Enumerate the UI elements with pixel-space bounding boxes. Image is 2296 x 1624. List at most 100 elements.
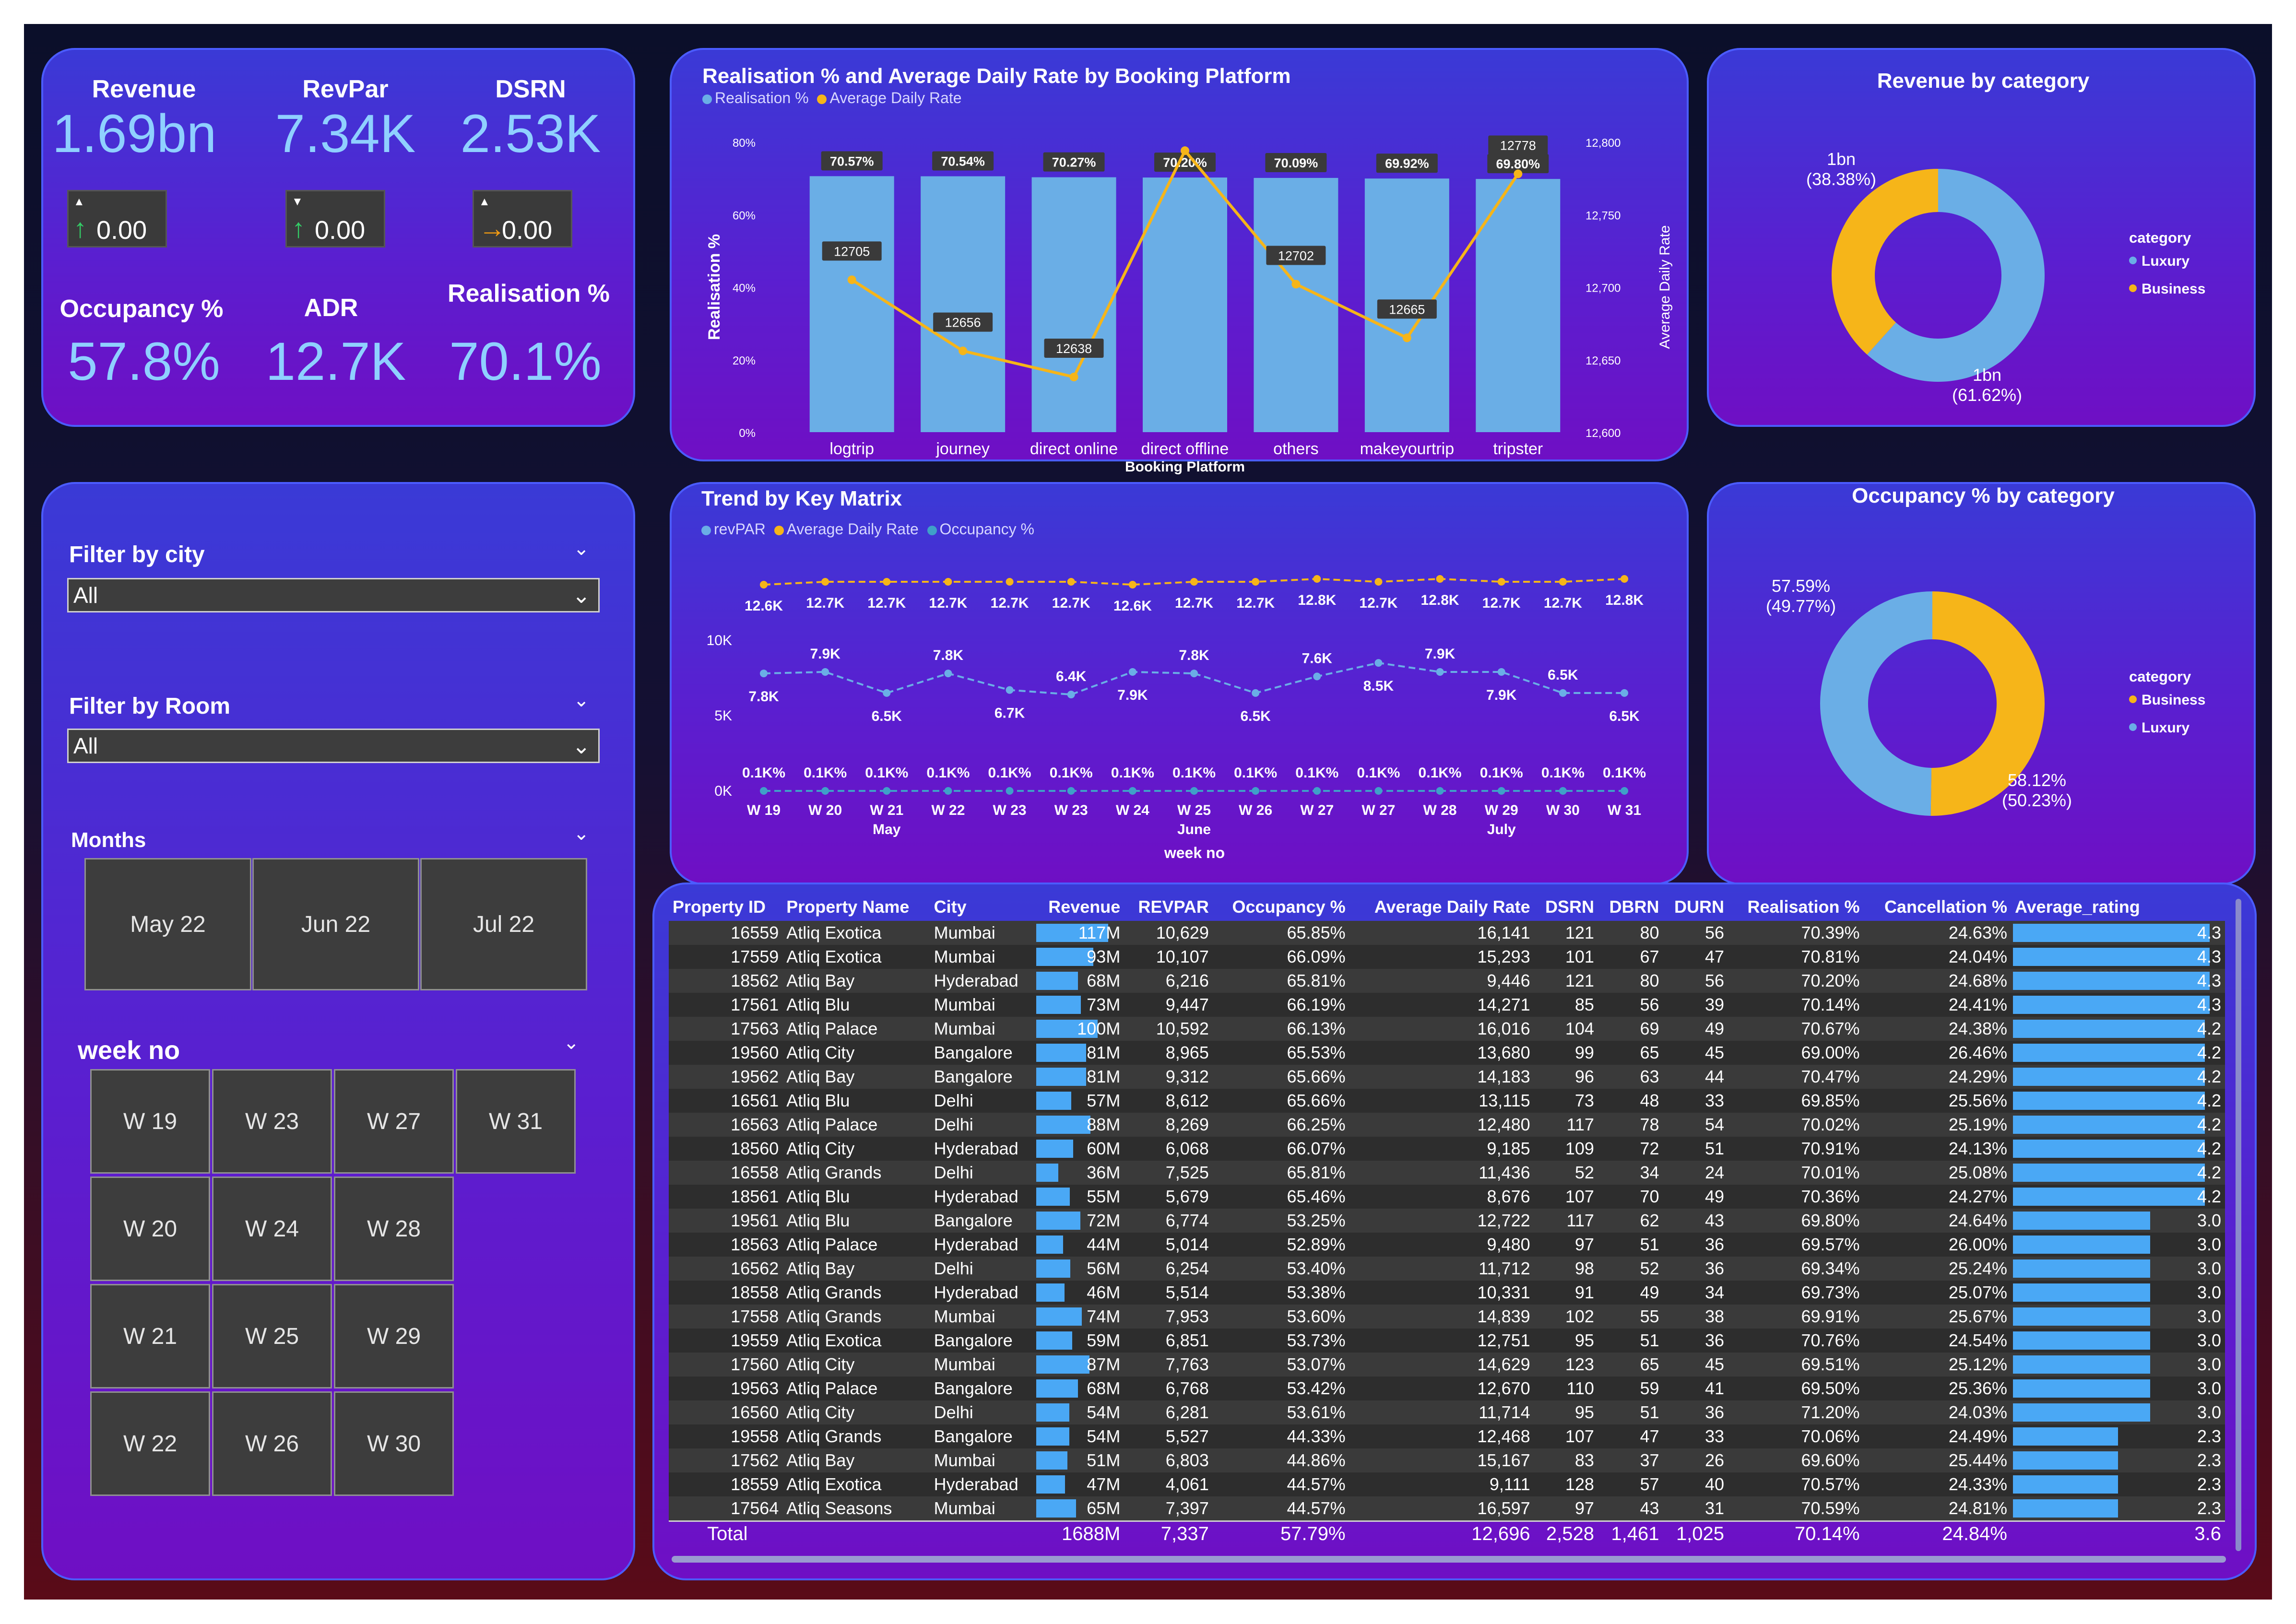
table-row[interactable]: 17561 Atliq Blu Mumbai 73M 9,447 66.19% 14,271… (669, 993, 2225, 1017)
series-point[interactable] (1374, 787, 1383, 795)
legend-item-luxury[interactable]: Luxury (2142, 253, 2189, 269)
series-point[interactable] (760, 581, 768, 588)
series-point[interactable] (821, 578, 829, 586)
adr-point[interactable] (1181, 146, 1189, 155)
series-point[interactable] (1128, 787, 1136, 795)
week-tile[interactable]: W 30 (334, 1391, 454, 1496)
series-point[interactable] (944, 787, 952, 795)
series-point[interactable] (1128, 581, 1136, 588)
column-header[interactable]: DSRN (1534, 893, 1598, 921)
series-point[interactable] (944, 578, 952, 586)
column-header[interactable]: Average_rating (2011, 893, 2225, 921)
series-point[interactable] (1067, 691, 1075, 699)
table-row[interactable]: 18560 Atliq City Hyderabad 60M 6,068 66.07% 9,… (669, 1137, 2225, 1161)
week-tile[interactable]: W 25 (212, 1284, 332, 1389)
column-header[interactable]: DBRN (1598, 893, 1663, 921)
column-header[interactable]: REVPAR (1124, 893, 1213, 921)
series-point[interactable] (1621, 787, 1628, 795)
adr-point[interactable] (847, 275, 856, 284)
adr-point[interactable] (959, 346, 968, 355)
series-point[interactable] (1006, 578, 1014, 586)
column-header[interactable]: Realisation % (1728, 893, 1864, 921)
week-tile[interactable]: W 28 (334, 1177, 454, 1281)
table-row[interactable]: 19563 Atliq Palace Bangalore 68M 6,768 53.42%… (669, 1377, 2225, 1400)
column-header[interactable]: DURN (1663, 893, 1728, 921)
adr-point[interactable] (1402, 333, 1411, 342)
series-point[interactable] (760, 670, 768, 678)
series-point[interactable] (1436, 575, 1444, 583)
week-tile[interactable]: W 24 (212, 1177, 332, 1281)
table-row[interactable]: 19559 Atliq Exotica Bangalore 59M 6,851 53.73… (669, 1329, 2225, 1353)
week-tile[interactable]: W 31 (456, 1069, 576, 1174)
series-point[interactable] (1497, 578, 1505, 586)
table-row[interactable]: 19560 Atliq City Bangalore 81M 8,965 65.53% 13… (669, 1041, 2225, 1065)
column-header[interactable]: Occupancy % (1213, 893, 1349, 921)
series-point[interactable] (760, 787, 768, 795)
series-point[interactable] (1067, 578, 1075, 586)
series-point[interactable] (1313, 672, 1321, 681)
legend-item-business[interactable]: Business (2142, 692, 2205, 708)
table-row[interactable]: 17562 Atliq Bay Mumbai 51M 6,803 44.86% 15,167… (669, 1448, 2225, 1472)
table-row[interactable]: 18558 Atliq Grands Hyderabad 46M 5,514 53.38%… (669, 1281, 2225, 1305)
chevron-down-icon[interactable]: ⌄ (563, 1032, 580, 1054)
week-tile[interactable]: W 20 (90, 1177, 210, 1281)
series-point[interactable] (1374, 578, 1383, 586)
table-scroll-area[interactable]: Property ID Property Name City Revenue REVPA… (669, 893, 2233, 1550)
vertical-scrollbar[interactable] (2236, 899, 2241, 1551)
series-point[interactable] (1190, 670, 1198, 678)
table-row[interactable]: 17563 Atliq Palace Mumbai 100M 10,592 66.13% 1… (669, 1017, 2225, 1041)
week-tile[interactable]: W 21 (90, 1284, 210, 1389)
slice-business[interactable] (1832, 169, 1938, 355)
table-row[interactable]: 19562 Atliq Bay Bangalore 81M 9,312 65.66% 14,… (669, 1065, 2225, 1089)
table-row[interactable]: 17559 Atliq Exotica Mumbai 93M 10,107 66.09% 1… (669, 945, 2225, 969)
series-point[interactable] (821, 668, 829, 676)
slice-luxury[interactable] (1820, 591, 1932, 816)
week-tile[interactable]: W 23 (212, 1069, 332, 1174)
table-row[interactable]: 17558 Atliq Grands Mumbai 74M 7,953 53.60% 14,… (669, 1305, 2225, 1329)
table-row[interactable]: 16560 Atliq City Delhi 54M 6,281 53.61% 11,714… (669, 1400, 2225, 1424)
series-point[interactable] (1128, 668, 1136, 676)
table-row[interactable]: 16562 Atliq Bay Delhi 56M 6,254 53.40% 11,712 9… (669, 1257, 2225, 1281)
series-point[interactable] (1436, 787, 1444, 795)
table-row[interactable]: 19558 Atliq Grands Bangalore 54M 5,527 44.33%… (669, 1424, 2225, 1448)
table-row[interactable]: 16561 Atliq Blu Delhi 57M 8,612 65.66% 13,115 7… (669, 1089, 2225, 1113)
series-point[interactable] (1559, 689, 1567, 697)
column-header[interactable]: Revenue (1034, 893, 1124, 921)
week-tile[interactable]: W 26 (212, 1391, 332, 1496)
series-point[interactable] (1006, 787, 1014, 795)
table-row[interactable]: 17564 Atliq Seasons Mumbai 65M 7,397 44.57% 16… (669, 1496, 2225, 1521)
adr-point[interactable] (1291, 280, 1301, 289)
column-header[interactable]: Property ID (669, 893, 782, 921)
series-point[interactable] (1252, 689, 1260, 697)
table-row[interactable]: 16559 Atliq Exotica Mumbai 117M 10,629 65.85%… (669, 921, 2225, 945)
table-row[interactable]: 18561 Atliq Blu Hyderabad 55M 5,679 65.46% 8,6… (669, 1185, 2225, 1209)
bar-others[interactable] (1254, 177, 1338, 433)
series-point[interactable] (1067, 787, 1075, 795)
horizontal-scrollbar[interactable] (672, 1556, 2226, 1563)
column-header[interactable]: City (930, 893, 1034, 921)
chevron-down-icon[interactable]: ⌄ (573, 689, 590, 711)
chevron-down-icon[interactable]: ⌄ (573, 538, 590, 560)
adr-point[interactable] (1069, 373, 1078, 382)
month-tile[interactable]: May 22 (84, 858, 251, 990)
series-point[interactable] (883, 578, 891, 586)
adr-point[interactable] (1514, 169, 1523, 178)
series-point[interactable] (1497, 787, 1505, 795)
table-row[interactable]: 19561 Atliq Blu Bangalore 72M 6,774 53.25% 12,… (669, 1209, 2225, 1233)
chevron-down-icon[interactable]: ⌄ (573, 823, 590, 845)
series-point[interactable] (1621, 689, 1628, 697)
series-point[interactable] (1559, 787, 1567, 795)
table-row[interactable]: 16563 Atliq Palace Delhi 88M 8,269 66.25% 12,4… (669, 1113, 2225, 1137)
month-tile[interactable]: Jul 22 (420, 858, 587, 990)
week-tile[interactable]: W 29 (334, 1284, 454, 1389)
legend-item-luxury[interactable]: Luxury (2142, 720, 2189, 736)
series-point[interactable] (883, 787, 891, 795)
city-filter-dropdown[interactable]: All ⌄ (67, 578, 600, 612)
week-tile[interactable]: W 19 (90, 1069, 210, 1174)
week-tile[interactable]: W 22 (90, 1391, 210, 1496)
table-row[interactable]: 18562 Atliq Bay Hyderabad 68M 6,216 65.81% 9,4… (669, 969, 2225, 993)
month-tile[interactable]: Jun 22 (252, 858, 419, 990)
legend-item-business[interactable]: Business (2142, 281, 2205, 297)
table-row[interactable]: 16558 Atliq Grands Delhi 36M 7,525 65.81% 11,4… (669, 1161, 2225, 1185)
bar-logtrip[interactable] (809, 176, 894, 433)
